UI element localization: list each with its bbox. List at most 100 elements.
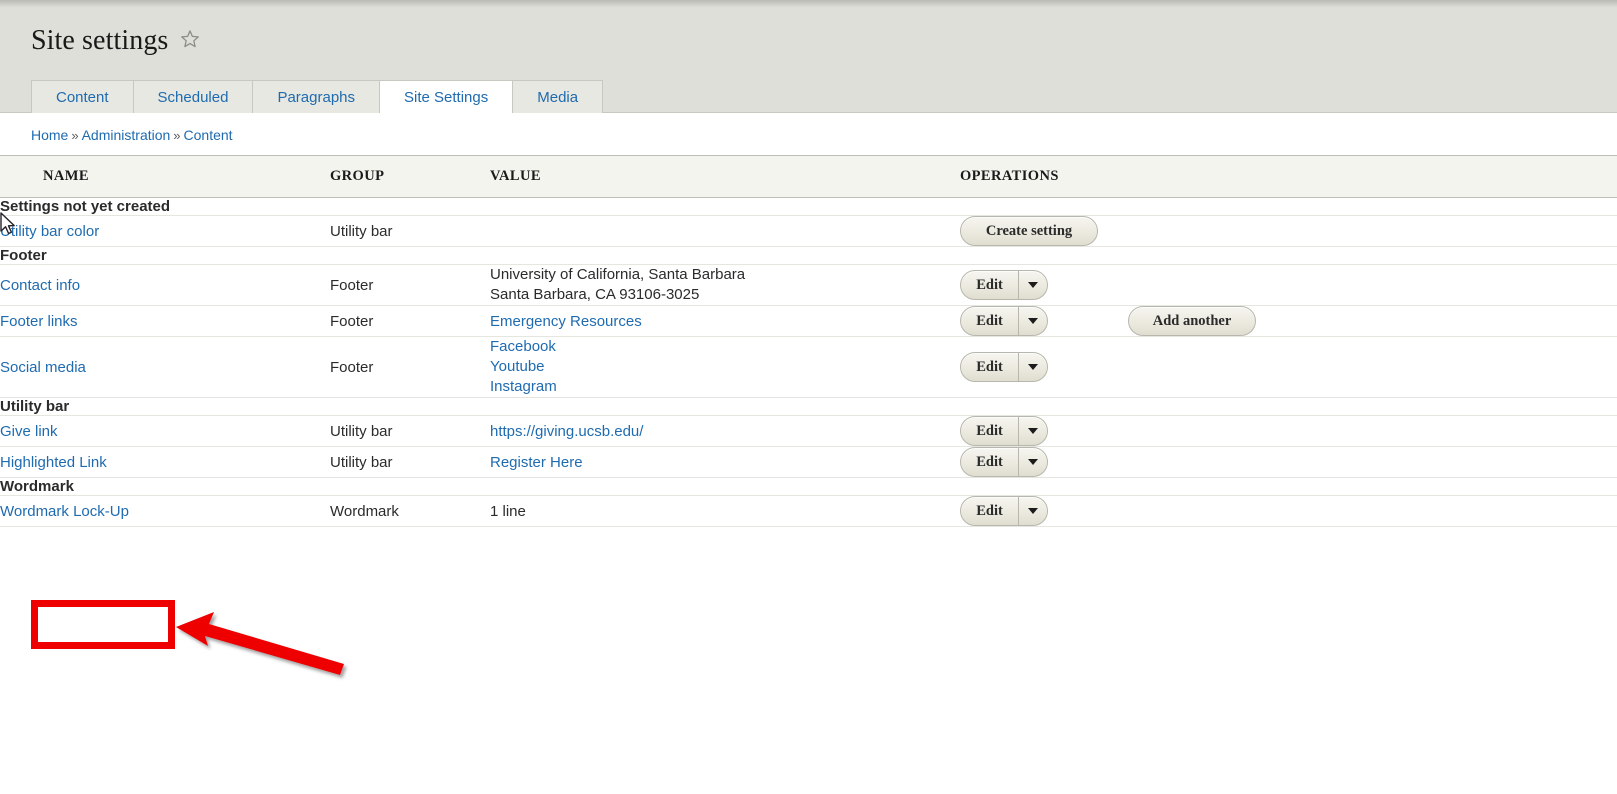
row-operations-cell: Create setting [960, 215, 1617, 247]
tab-scheduled[interactable]: Scheduled [132, 80, 253, 113]
row-name-cell: Highlighted Link [0, 446, 330, 478]
site-settings-table: NAME GROUP VALUE OPERATIONS Settings not… [0, 155, 1617, 527]
tab-label: Paragraphs [277, 88, 356, 106]
row-group-cell: Footer [330, 305, 490, 337]
column-header-operations: OPERATIONS [960, 155, 1617, 198]
setting-link-contact-info[interactable]: Contact info [0, 277, 80, 294]
table-row: Utility bar color Utility bar Create set… [0, 215, 1617, 247]
value-link-emergency-resources[interactable]: Emergency Resources [490, 313, 642, 330]
row-name-cell: Utility bar color [0, 215, 330, 247]
chevron-down-icon [1028, 459, 1038, 465]
value-link-youtube[interactable]: Youtube [490, 357, 960, 377]
row-name-cell: Wordmark Lock-Up [0, 495, 330, 527]
edit-dropbutton: Edit [960, 352, 1048, 382]
row-name-cell: Contact info [0, 264, 330, 306]
tab-label: Site Settings [404, 88, 489, 106]
arrow-shape [176, 612, 344, 675]
value-line: University of California, Santa Barbara [490, 266, 746, 283]
edit-dropbutton: Edit [960, 496, 1048, 526]
edit-button[interactable]: Edit [961, 353, 1018, 381]
dropdown-toggle-button[interactable] [1018, 271, 1047, 299]
edit-button[interactable]: Edit [961, 497, 1018, 525]
edit-dropbutton: Edit [960, 447, 1048, 477]
breadcrumb-item-home[interactable]: Home [31, 127, 68, 143]
tab-label: Media [537, 88, 579, 106]
tab-label: Content [56, 88, 109, 106]
value-link-instagram[interactable]: Instagram [490, 377, 960, 397]
tab-paragraphs[interactable]: Paragraphs [252, 80, 380, 113]
tab-media[interactable]: Media [513, 80, 604, 113]
row-value-cell: Emergency Resources [490, 305, 960, 337]
group-label: Wordmark [0, 477, 1617, 496]
breadcrumb-separator: » [173, 128, 181, 143]
value-link-register-here[interactable]: Register Here [490, 454, 583, 471]
add-another-button[interactable]: Add another [1128, 306, 1256, 336]
row-value-cell: University of California, Santa Barbara … [490, 264, 960, 306]
page-title-area: Site settings [31, 27, 201, 55]
admin-header: Site settings Content Scheduled Paragrap… [0, 7, 1617, 113]
setting-link-social-media[interactable]: Social media [0, 359, 86, 376]
dropdown-toggle-button[interactable] [1018, 353, 1047, 381]
dropdown-toggle-button[interactable] [1018, 448, 1047, 476]
edit-button[interactable]: Edit [961, 417, 1018, 445]
edit-button[interactable]: Edit [961, 271, 1018, 299]
row-group-cell: Footer [330, 336, 490, 398]
edit-dropbutton: Edit [960, 270, 1048, 300]
chevron-down-icon [1028, 282, 1038, 288]
group-label: Footer [0, 246, 1617, 265]
edit-button[interactable]: Edit [961, 448, 1018, 476]
chevron-down-icon [1028, 364, 1038, 370]
dropdown-toggle-button[interactable] [1018, 307, 1047, 335]
row-operations-cell: Edit [960, 415, 1617, 447]
setting-link-give-link[interactable]: Give link [0, 423, 58, 440]
table-header-row: NAME GROUP VALUE OPERATIONS [0, 155, 1617, 198]
column-header-value: VALUE [490, 155, 960, 198]
breadcrumb-separator: » [71, 128, 79, 143]
operations-group: Edit [960, 352, 1617, 382]
group-label: Settings not yet created [0, 197, 1617, 216]
row-group-cell: Utility bar [330, 415, 490, 447]
edit-button[interactable]: Edit [961, 307, 1018, 335]
row-operations-cell: Edit Add another [960, 305, 1617, 337]
create-setting-button[interactable]: Create setting [960, 216, 1098, 246]
row-group-cell: Utility bar [330, 446, 490, 478]
tab-label: Scheduled [157, 88, 229, 106]
table-row-highlighted: Highlighted Link Utility bar Register He… [0, 446, 1617, 478]
row-value-cell [490, 215, 960, 247]
row-group-cell: Footer [330, 264, 490, 306]
setting-link-highlighted-link[interactable]: Highlighted Link [0, 454, 107, 471]
star-outline-icon[interactable] [179, 28, 201, 55]
value-link-facebook[interactable]: Facebook [490, 337, 960, 357]
row-value-cell: Register Here [490, 446, 960, 478]
setting-link-footer-links[interactable]: Footer links [0, 313, 78, 330]
row-value-cell: https://giving.ucsb.edu/ [490, 415, 960, 447]
tab-site-settings[interactable]: Site Settings [379, 80, 514, 113]
primary-tabs: Content Scheduled Paragraphs Site Settin… [31, 80, 604, 113]
window-top-edge [0, 0, 1617, 7]
table-head: NAME GROUP VALUE OPERATIONS [0, 155, 1617, 198]
operations-group: Create setting [960, 216, 1617, 246]
row-group-cell: Wordmark [330, 495, 490, 527]
operations-group: Edit [960, 270, 1617, 300]
operations-group: Edit [960, 416, 1617, 446]
row-name-cell: Give link [0, 415, 330, 447]
edit-dropbutton: Edit [960, 306, 1048, 336]
setting-link-wordmark-lock-up[interactable]: Wordmark Lock-Up [0, 503, 129, 520]
dropdown-toggle-button[interactable] [1018, 497, 1047, 525]
table-body: Settings not yet created Utility bar col… [0, 197, 1617, 527]
table-group-row: Utility bar [0, 397, 1617, 416]
breadcrumb: Home» Administration» Content [31, 127, 233, 143]
mouse-cursor [0, 212, 15, 235]
row-name-cell: Footer links [0, 305, 330, 337]
row-operations-cell: Edit [960, 446, 1617, 478]
breadcrumb-item-content[interactable]: Content [184, 127, 233, 143]
chevron-down-icon [1028, 428, 1038, 434]
dropdown-toggle-button[interactable] [1018, 417, 1047, 445]
breadcrumb-item-administration[interactable]: Administration [82, 127, 171, 143]
value-link-giving-url[interactable]: https://giving.ucsb.edu/ [490, 423, 643, 440]
tab-content[interactable]: Content [31, 80, 133, 113]
table-row: Wordmark Lock-Up Wordmark 1 line Edit [0, 495, 1617, 527]
operations-group: Edit [960, 496, 1617, 526]
row-group-cell: Utility bar [330, 215, 490, 247]
column-header-group: GROUP [330, 155, 490, 198]
